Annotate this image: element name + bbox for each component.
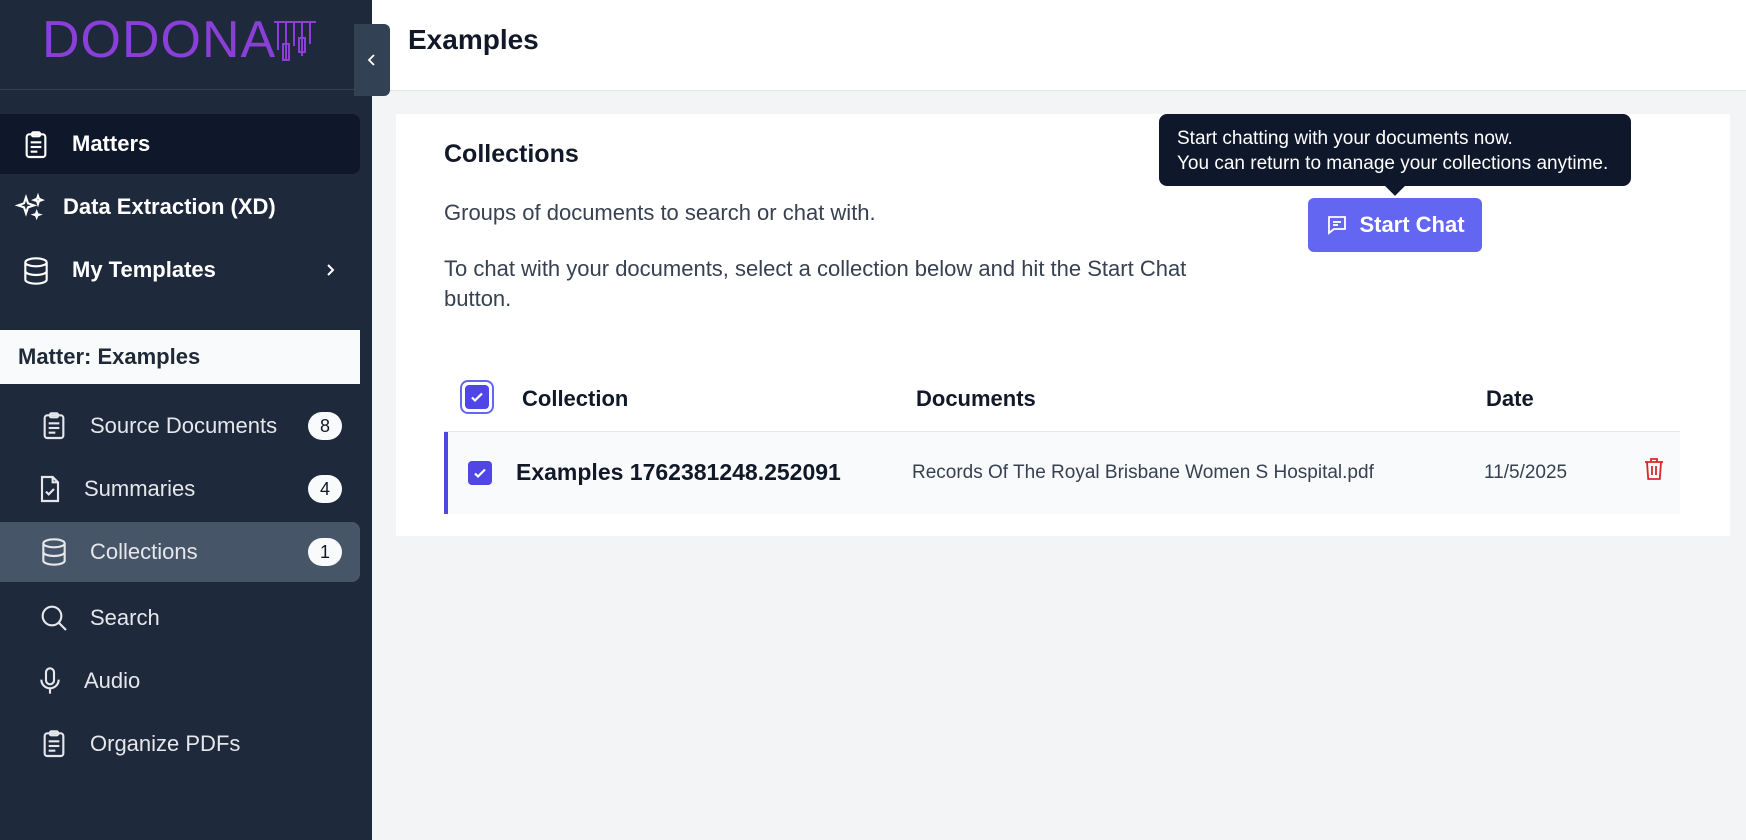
search-icon (41, 605, 67, 631)
tooltip-arrow (1385, 176, 1405, 196)
clipboard-icon (43, 412, 65, 440)
tooltip-line: You can return to manage your collection… (1177, 153, 1609, 174)
sidebar-item-label: Summaries (84, 476, 196, 501)
database-icon (42, 538, 66, 566)
sparkles-icon (14, 192, 45, 221)
sidebar-item-search[interactable]: Search (0, 588, 360, 648)
sidebar-item-collections[interactable]: Collections 1 (0, 522, 360, 582)
sidebar-item-audio[interactable]: Audio (0, 651, 360, 711)
start-chat-tooltip: Start chatting with your documents now. … (1159, 114, 1631, 196)
sidebar-item-source-documents[interactable]: Source Documents 8 (0, 396, 360, 456)
section-title: Collections (444, 140, 579, 168)
database-icon (24, 257, 48, 285)
collections-card: Collections Groups of documents to searc… (396, 114, 1730, 536)
row-checkbox[interactable] (468, 461, 492, 485)
sidebar-item-summaries[interactable]: Summaries 4 (0, 459, 360, 519)
sidebar-item-label: Organize PDFs (90, 731, 241, 756)
nav-label: Matters (72, 131, 151, 156)
nav-matters[interactable]: Matters (0, 114, 360, 174)
chevron-left-icon (367, 54, 375, 66)
section-instructions: To chat with your documents, select a co… (444, 256, 1187, 311)
collection-date: 11/5/2025 (1484, 462, 1568, 483)
collection-name[interactable]: Examples 1762381248.252091 (516, 459, 841, 486)
chat-bubble-icon (1328, 216, 1347, 235)
count-badge: 1 (308, 538, 342, 566)
logo-pillars-icon (274, 21, 316, 61)
column-header-documents[interactable]: Documents (916, 386, 1036, 412)
clipboard-icon (25, 131, 47, 159)
table-header: Collection Documents Date (444, 364, 1680, 432)
tooltip-line: Start chatting with your documents now. (1177, 128, 1513, 149)
start-chat-button[interactable]: Start Chat (1308, 198, 1482, 252)
checkbox-checked (465, 385, 489, 409)
count-badge: 8 (308, 412, 342, 440)
collection-documents: Records Of The Royal Brisbane Women S Ho… (912, 462, 1374, 483)
microphone-icon (40, 667, 60, 694)
nav-label: My Templates (72, 257, 216, 282)
count-badge: 4 (308, 475, 342, 503)
logo-text: DODONA (42, 11, 277, 69)
nav-label: Data Extraction (XD) (63, 194, 276, 219)
document-check-icon (40, 475, 60, 503)
sidebar: DODONA Matters Data Extraction (XD) My T… (0, 0, 372, 840)
trash-icon[interactable] (1642, 456, 1666, 482)
collapse-sidebar-button[interactable] (354, 24, 390, 96)
sidebar-item-label: Audio (84, 668, 141, 693)
start-chat-label: Start Chat (1359, 212, 1465, 237)
column-header-date[interactable]: Date (1486, 386, 1534, 412)
nav-my-templates[interactable]: My Templates (0, 240, 360, 300)
page-title: Examples (408, 24, 539, 55)
logo[interactable]: DODONA (0, 0, 372, 90)
matter-header: Matter: Examples (0, 330, 360, 384)
check-icon (474, 468, 486, 479)
sidebar-item-label: Source Documents (90, 413, 278, 438)
column-header-collection[interactable]: Collection (522, 386, 628, 412)
section-description: Groups of documents to search or chat wi… (444, 200, 876, 225)
select-all-checkbox[interactable] (460, 380, 494, 414)
nav-data-extraction[interactable]: Data Extraction (XD) (0, 177, 360, 237)
sidebar-item-label: Search (90, 605, 160, 630)
table-row[interactable]: Examples 1762381248.252091 Records Of Th… (444, 432, 1680, 514)
clipboard-icon (43, 730, 65, 758)
sidebar-item-label: Collections (90, 539, 198, 564)
top-bar: Examples (372, 0, 1746, 91)
check-icon (471, 392, 483, 403)
chevron-right-icon (327, 264, 335, 276)
sidebar-item-organize-pdfs[interactable]: Organize PDFs (0, 714, 360, 774)
